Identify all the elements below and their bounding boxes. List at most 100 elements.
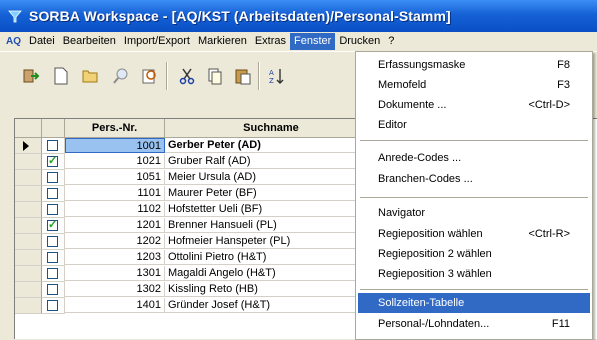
row-checkbox-cell[interactable] [42,202,65,218]
suchname-cell[interactable]: Kissling Reto (HB) [165,282,377,297]
menuitem-regieposition-2[interactable]: Regieposition 2 wählen [358,244,590,264]
column-header-suchname[interactable]: Suchname [165,119,378,138]
menuitem-sollzeiten-tabelle[interactable]: Sollzeiten-Tabelle [358,293,590,313]
menu-drucken[interactable]: Drucken [335,33,384,50]
menuitem-memofeld[interactable]: Memofeld F3 [358,75,590,95]
svg-text:A: A [269,69,274,77]
menuitem-dokumente[interactable]: Dokumente ... <Ctrl-D> [358,95,590,115]
menuitem-label: Regieposition 2 wählen [378,248,492,260]
suchname-cell[interactable]: Hofmeier Hanspeter (PL) [165,234,377,249]
menuitem-label: Personal-/Lohndaten... [378,318,490,330]
persnr-cell[interactable]: 1302 [65,282,165,297]
search-icon[interactable] [110,64,132,88]
row-checkbox[interactable] [47,252,58,263]
cut-icon[interactable] [176,64,198,88]
persnr-cell[interactable]: 1203 [65,250,165,265]
copy-icon[interactable] [204,64,226,88]
menuitem-regieposition[interactable]: Regieposition wählen <Ctrl-R> [358,224,590,244]
persnr-cell[interactable]: 1051 [65,170,165,185]
row-checkbox[interactable] [47,236,58,247]
suchname-cell[interactable]: Maurer Peter (BF) [165,186,377,201]
menu-markieren[interactable]: Markieren [194,33,251,50]
row-checkbox-cell[interactable] [42,138,65,154]
menuitem-navigator[interactable]: Navigator [358,203,590,223]
row-checkbox[interactable] [47,218,58,233]
menu-import-export[interactable]: Import/Export [120,33,194,50]
paste-icon[interactable] [232,64,254,88]
row-checkbox-cell[interactable] [42,250,65,266]
suchname-cell[interactable]: Hofstetter Ueli (BF) [165,202,377,217]
suchname-cell[interactable]: Meier Ursula (AD) [165,170,377,185]
suchname-cell[interactable]: Gerber Peter (AD) [165,138,377,153]
aq-logo[interactable]: AQ [6,36,21,47]
menuitem-personal-lohndaten[interactable]: Personal-/Lohndaten... F11 [358,314,590,334]
menuitem-shortcut: F11 [551,318,570,330]
persnr-cell[interactable]: 1001 [65,138,165,153]
row-selector[interactable] [15,186,42,202]
row-selector[interactable] [15,250,42,266]
suchname-cell[interactable]: Brenner Hansueli (PL) [165,218,377,233]
menuitem-shortcut: F3 [557,79,570,91]
persnr-cell[interactable]: 1101 [65,186,165,201]
persnr-cell[interactable]: 1401 [65,298,165,313]
sort-icon[interactable]: AZ [266,64,288,88]
menu-bar: AQ Datei Bearbeiten Import/Export Markie… [0,32,597,51]
menuitem-label: Editor [378,119,407,131]
suchname-cell[interactable]: Gruber Ralf (AD) [165,154,377,169]
row-checkbox-cell[interactable] [42,282,65,298]
menu-help[interactable]: ? [384,33,398,50]
menuitem-erfassungsmaske[interactable]: Erfassungsmaske F8 [358,55,590,75]
suchname-cell[interactable]: Gründer Josef (H&T) [165,298,377,313]
title-bar[interactable]: SORBA Workspace - [AQ/KST (Arbeitsdaten)… [0,0,597,32]
row-selector[interactable] [15,282,42,298]
row-checkbox[interactable] [47,300,58,311]
persnr-cell[interactable]: 1021 [65,154,165,169]
persnr-cell[interactable]: 1202 [65,234,165,249]
row-checkbox-cell[interactable] [42,186,65,202]
menuitem-regieposition-3[interactable]: Regieposition 3 wählen [358,264,590,284]
find-record-icon[interactable] [138,64,160,88]
menu-datei[interactable]: Datei [25,33,59,50]
row-checkbox-cell[interactable] [42,154,65,170]
menu-separator [360,197,588,198]
row-checkbox[interactable] [47,172,58,183]
column-header-persnr[interactable]: Pers.-Nr. [65,119,165,138]
row-checkbox[interactable] [47,204,58,215]
menuitem-editor[interactable]: Editor [358,115,590,135]
row-checkbox[interactable] [47,154,58,169]
row-checkbox-cell[interactable] [42,234,65,250]
persnr-cell[interactable]: 1102 [65,202,165,217]
window-title: SORBA Workspace - [AQ/KST (Arbeitsdaten)… [29,8,451,24]
row-selector[interactable] [15,170,42,186]
row-checkbox[interactable] [47,284,58,295]
row-selector[interactable] [15,202,42,218]
row-selector[interactable] [15,218,42,234]
new-document-icon[interactable] [50,64,72,88]
row-checkbox-cell[interactable] [42,170,65,186]
row-selector[interactable] [15,154,42,170]
menuitem-branchen-codes[interactable]: Branchen-Codes ... [358,169,590,189]
row-checkbox-cell[interactable] [42,266,65,282]
suchname-cell[interactable]: Ottolini Pietro (H&T) [165,250,377,265]
row-selector[interactable] [15,298,42,314]
menu-fenster[interactable]: Fenster [290,33,336,50]
menuitem-anrede-codes[interactable]: Anrede-Codes ... [358,148,590,168]
row-checkbox-cell[interactable] [42,298,65,314]
suchname-cell[interactable]: Magaldi Angelo (H&T) [165,266,377,281]
menu-separator [360,140,588,141]
menuitem-label: Erfassungsmaske [378,59,466,71]
row-checkbox[interactable] [47,268,58,279]
persnr-cell[interactable]: 1201 [65,218,165,233]
persnr-cell[interactable]: 1301 [65,266,165,281]
sorba-app-icon [8,10,22,23]
row-selector[interactable] [15,234,42,250]
row-checkbox[interactable] [47,188,58,199]
menu-bearbeiten[interactable]: Bearbeiten [59,33,120,50]
row-checkbox[interactable] [47,140,58,151]
menu-extras[interactable]: Extras [251,33,290,50]
row-checkbox-cell[interactable] [42,218,65,234]
exit-icon[interactable] [20,64,42,88]
row-selector[interactable] [15,138,42,154]
row-selector[interactable] [15,266,42,282]
open-folder-icon[interactable] [80,64,102,88]
